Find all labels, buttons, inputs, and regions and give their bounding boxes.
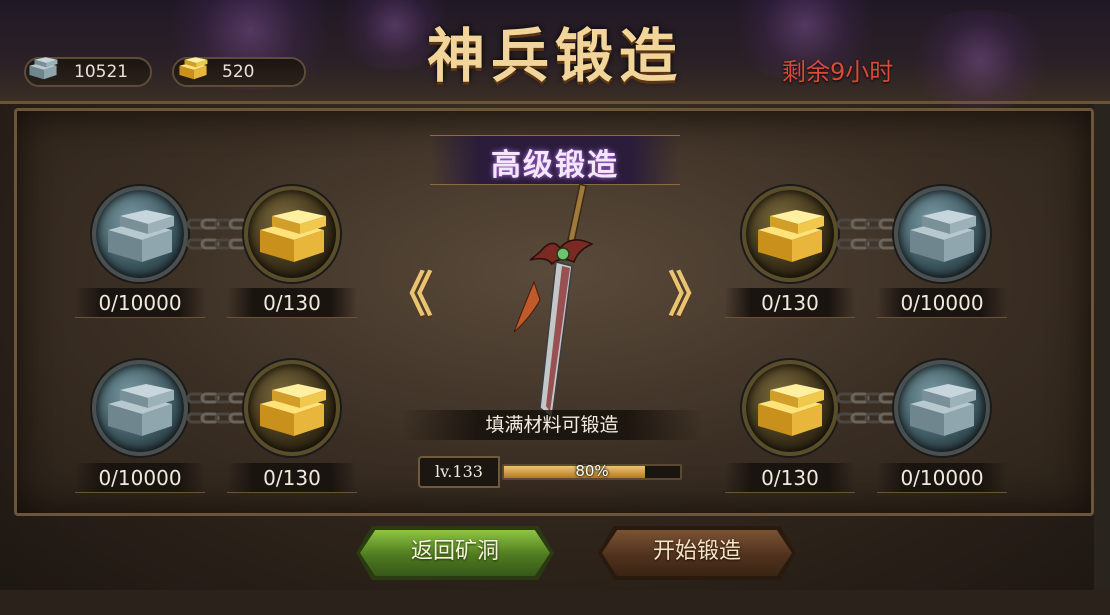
forge-grade-label: 高级锻造	[491, 148, 619, 183]
iron-ingot-icon	[108, 210, 174, 262]
material-slot-gold[interactable]	[244, 360, 340, 456]
progress-track: 80%	[502, 462, 682, 480]
level-progress: lv.133 80%	[418, 456, 688, 488]
chain-icon	[836, 392, 898, 424]
gold-ingot-icon	[758, 210, 824, 262]
material-slot-gold[interactable]	[742, 360, 838, 456]
material-slot-iron[interactable]	[894, 360, 990, 456]
gold-ingot-icon	[758, 384, 824, 436]
iron-currency: 10521	[24, 57, 152, 87]
firework-decoration	[900, 10, 1060, 110]
material-slot-iron[interactable]	[92, 186, 188, 282]
iron-ingot-icon	[910, 384, 976, 436]
material-slot-gold[interactable]	[244, 186, 340, 282]
gold-ingot-icon	[260, 384, 326, 436]
gold-currency: 520	[172, 57, 306, 87]
bottom-edge	[0, 590, 1110, 615]
material-slot-iron[interactable]	[894, 186, 990, 282]
chain-icon	[186, 392, 248, 424]
material-count: 0/10000	[75, 288, 205, 318]
chain-icon	[186, 218, 248, 250]
material-slot-gold[interactable]	[742, 186, 838, 282]
material-count: 0/10000	[877, 288, 1007, 318]
material-count: 0/130	[725, 288, 855, 318]
gold-ingot-icon	[260, 210, 326, 262]
iron-ingot-icon	[108, 384, 174, 436]
iron-ingot-icon	[910, 210, 976, 262]
back-to-mine-button[interactable]: 返回矿洞	[360, 530, 550, 576]
material-count: 0/130	[227, 463, 357, 493]
page-title: 神兵锻造	[426, 22, 683, 90]
sword-icon	[513, 183, 594, 420]
iron-ingot-icon	[29, 57, 58, 80]
weapon-level: lv.133	[418, 456, 500, 488]
forge-screen: 10521 520 神兵锻造 剩余9小时 高级锻造 0/10000 0/130 …	[0, 0, 1110, 615]
progress-percent: 80%	[575, 462, 609, 480]
side-edge	[1094, 104, 1110, 615]
remaining-time: 剩余9小时	[782, 58, 894, 86]
material-count: 0/10000	[75, 463, 205, 493]
chain-icon	[836, 218, 898, 250]
material-count: 0/10000	[877, 463, 1007, 493]
iron-amount: 10521	[74, 62, 129, 82]
start-forge-button[interactable]: 开始锻造	[602, 530, 792, 576]
material-count: 0/130	[725, 463, 855, 493]
prev-weapon-arrow[interactable]: 《	[385, 270, 433, 320]
gold-amount: 520	[222, 62, 255, 82]
gold-ingot-icon	[179, 57, 208, 80]
forge-hint: 填满材料可锻造	[402, 410, 702, 440]
forge-grade-banner: 高级锻造	[430, 135, 680, 185]
material-slot-iron[interactable]	[92, 360, 188, 456]
next-weapon-arrow[interactable]: 》	[668, 270, 716, 320]
material-count: 0/130	[227, 288, 357, 318]
